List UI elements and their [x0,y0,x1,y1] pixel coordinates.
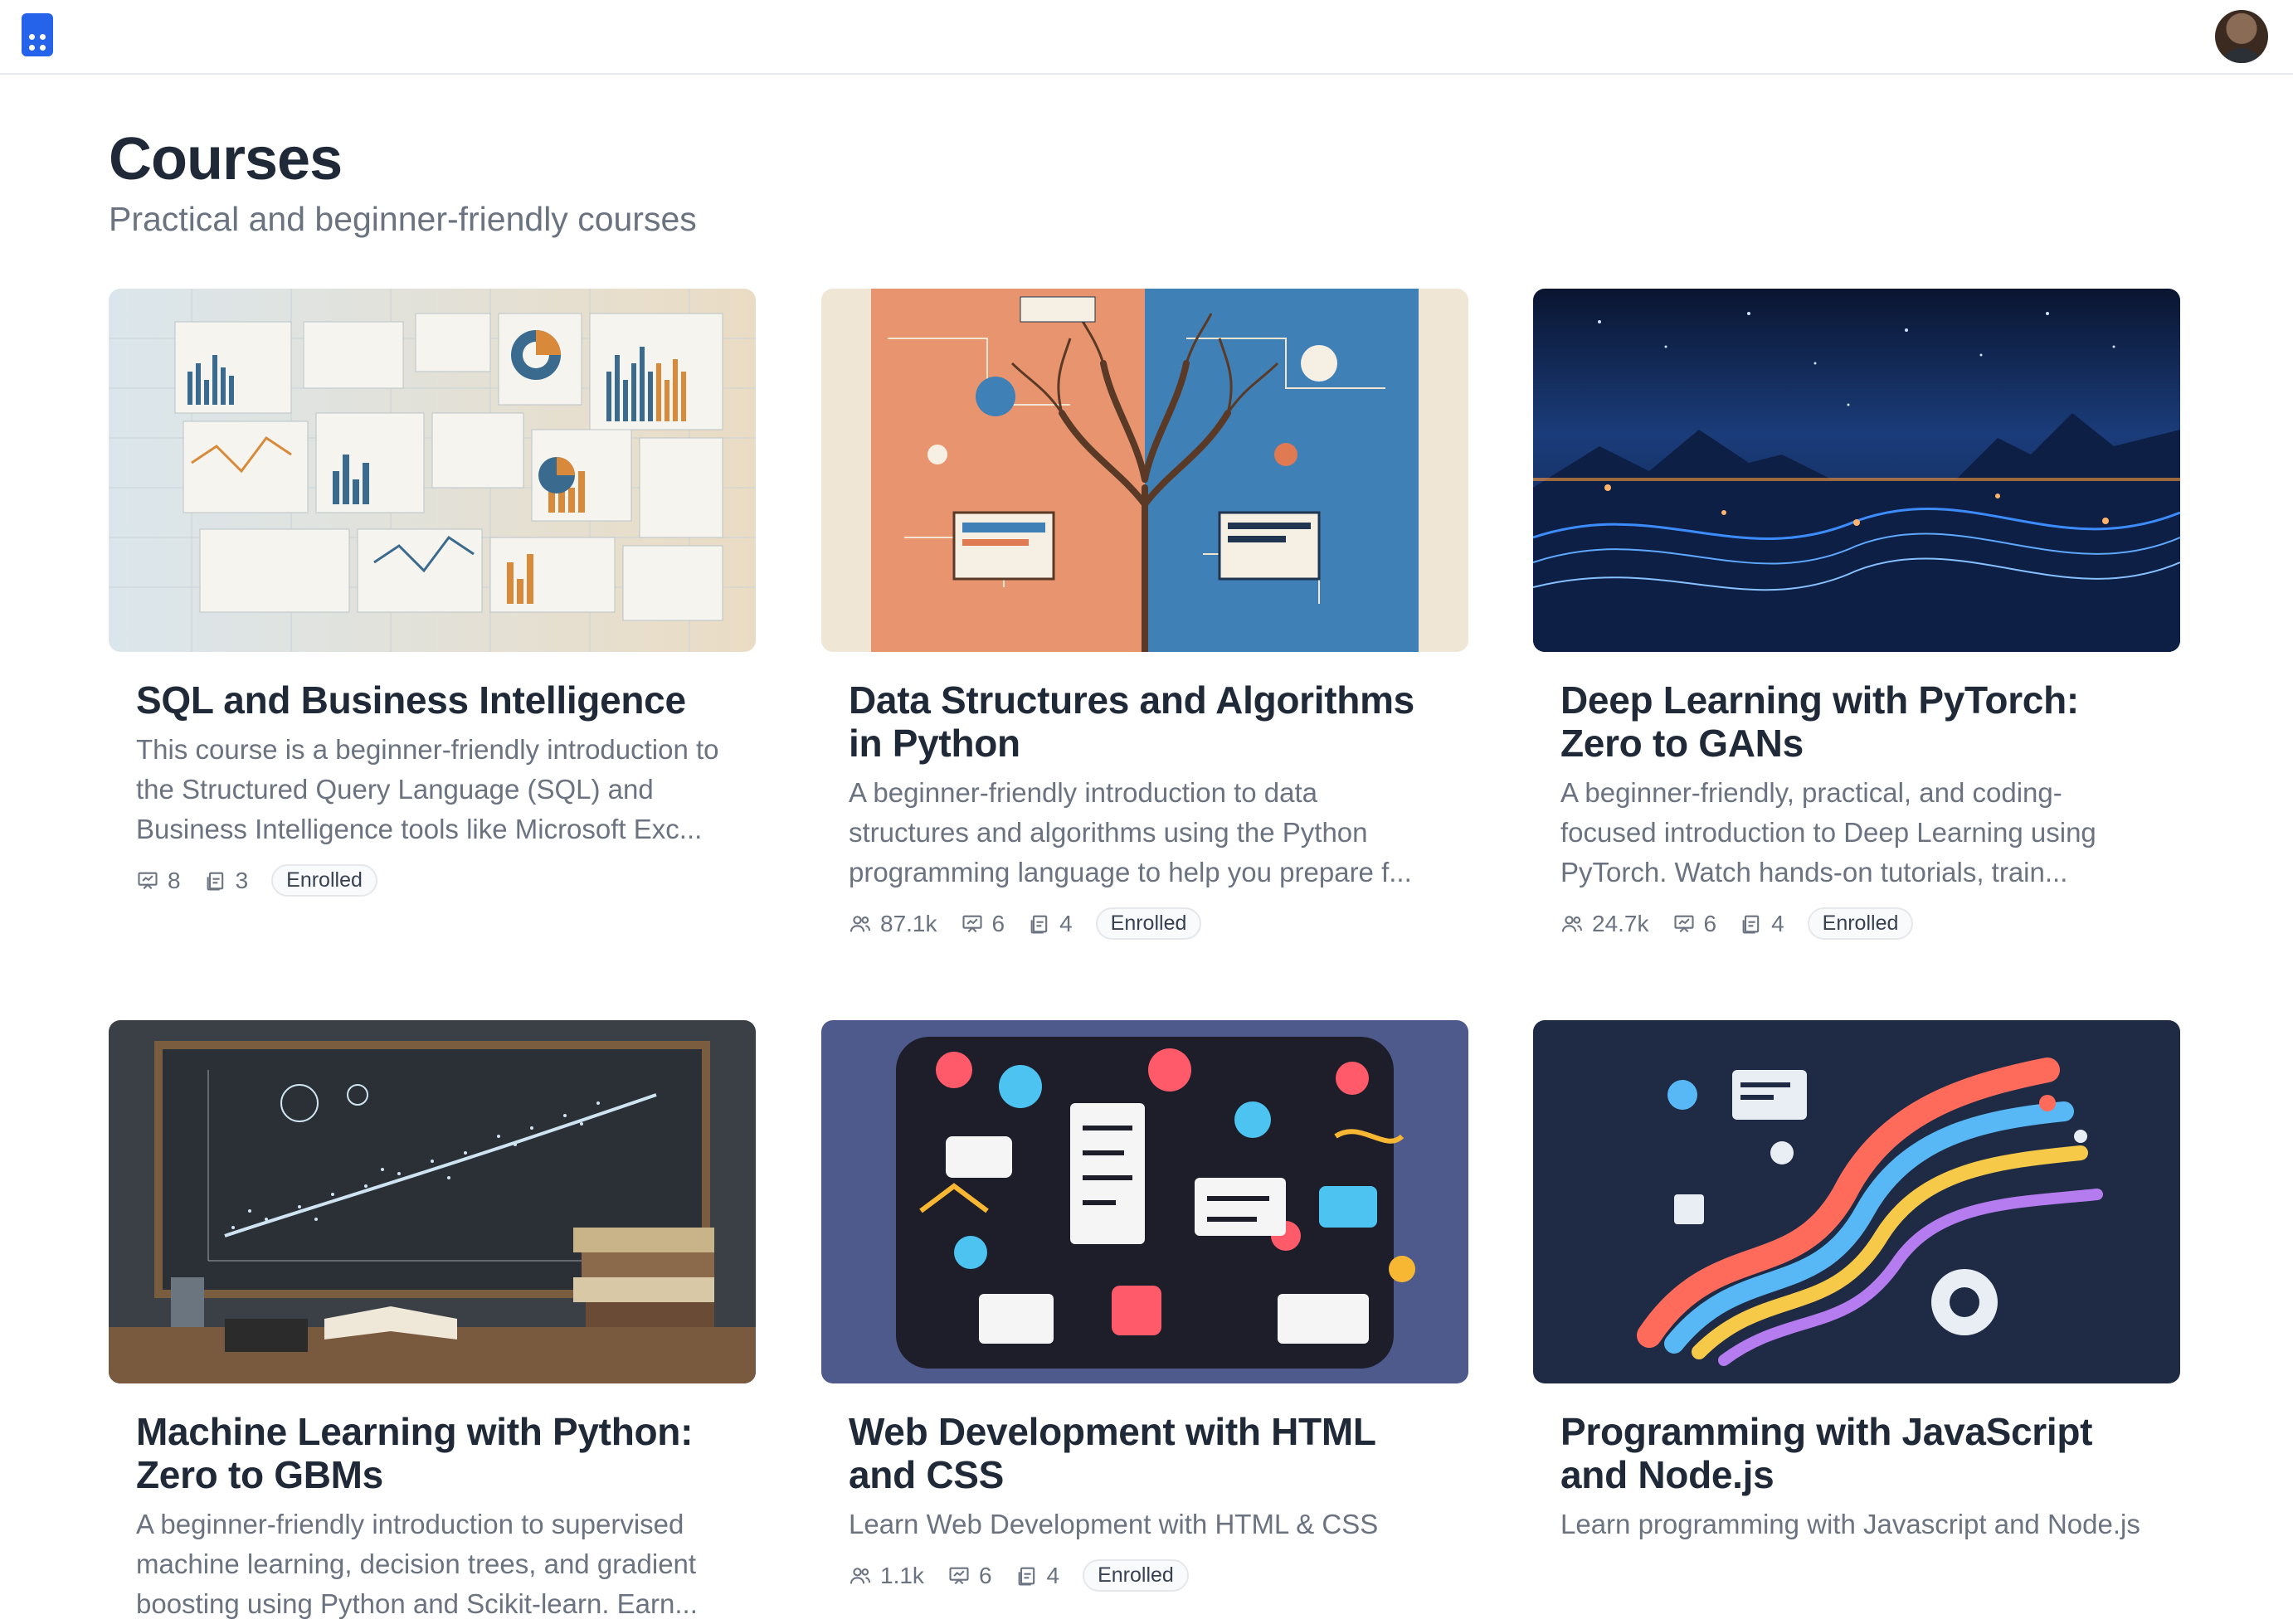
users-icon [850,915,871,931]
learners-count: 87.1k [849,911,937,937]
users-icon [850,1567,871,1583]
course-thumbnail[interactable] [1533,289,2180,652]
assignment-icon [207,872,223,891]
course-description: A beginner-friendly introduction to data… [849,777,1412,887]
assignments-count: 4 [1028,911,1073,937]
lessons-count: 6 [1672,911,1716,937]
assignments-count: 3 [204,868,248,894]
course-card-javascript[interactable]: Programming with JavaScript and Node.js … [1533,1020,2180,1544]
enrolled-badge: Enrolled [1095,907,1202,940]
page-header: Courses Practical and beginner-friendly … [109,121,697,241]
course-card-machine-learning[interactable]: Machine Learning with Python: Zero to GB… [109,1020,756,1624]
course-card-deep-learning[interactable]: Deep Learning with PyTorch: Zero to GANs… [1533,289,2180,940]
app-logo-icon[interactable] [22,13,53,56]
presentation-icon [949,1567,969,1584]
user-avatar[interactable] [2215,10,2268,63]
course-title[interactable]: Data Structures and Algorithms in Python [849,678,1441,765]
learners-count: 24.7k [1560,911,1649,937]
course-title[interactable]: Programming with JavaScript and Node.js [1560,1410,2153,1496]
course-title[interactable]: Web Development with HTML and CSS [849,1410,1441,1496]
presentation-icon [138,872,158,889]
course-card-web-development[interactable]: Web Development with HTML and CSS Learn … [821,1020,1468,1592]
lessons-count: 6 [961,911,1005,937]
course-meta: 24.7k 6 4 Enrolled [1560,907,2153,940]
enrolled-badge: Enrolled [1083,1559,1189,1592]
course-title[interactable]: Deep Learning with PyTorch: Zero to GANs [1560,678,2153,765]
lessons-count: 8 [136,868,181,894]
page-title: Courses [109,126,343,192]
course-thumbnail[interactable] [821,289,1468,652]
course-description: Learn programming with Javascript and No… [1560,1509,2140,1539]
course-meta: 1.1k 6 4 Enrolled [849,1559,1441,1592]
enrolled-badge: Enrolled [271,864,377,897]
course-meta: 8 3 Enrolled [136,864,728,897]
course-meta: 87.1k 6 4 Enrolled [849,907,1441,940]
course-description: A beginner-friendly introduction to supe… [136,1509,698,1619]
users-icon [1561,915,1583,931]
page-subtitle: Practical and beginner-friendly courses [109,200,697,238]
course-title[interactable]: SQL and Business Intelligence [136,678,728,722]
course-description: This course is a beginner-friendly intro… [136,734,719,844]
top-navigation-bar [0,0,2293,75]
course-title[interactable]: Machine Learning with Python: Zero to GB… [136,1410,728,1496]
assignments-count: 4 [1015,1563,1059,1589]
learners-count: 1.1k [849,1563,924,1589]
assignment-icon [1742,915,1760,934]
enrolled-badge: Enrolled [1807,907,1914,940]
course-description: Learn Web Development with HTML & CSS [849,1509,1379,1539]
assignment-icon [1030,915,1048,934]
presentation-icon [1673,915,1694,932]
course-thumbnail[interactable] [109,1020,756,1383]
course-card-dsa[interactable]: Data Structures and Algorithms in Python… [821,289,1468,940]
course-description: A beginner-friendly, practical, and codi… [1560,777,2096,887]
assignment-icon [1018,1567,1035,1586]
assignments-count: 4 [1740,911,1784,937]
course-thumbnail[interactable] [821,1020,1468,1383]
lessons-count: 6 [947,1563,992,1589]
presentation-icon [962,915,982,932]
course-thumbnail[interactable] [1533,1020,2180,1383]
course-card-sql[interactable]: SQL and Business Intelligence This cours… [109,289,756,897]
course-thumbnail[interactable] [109,289,756,652]
